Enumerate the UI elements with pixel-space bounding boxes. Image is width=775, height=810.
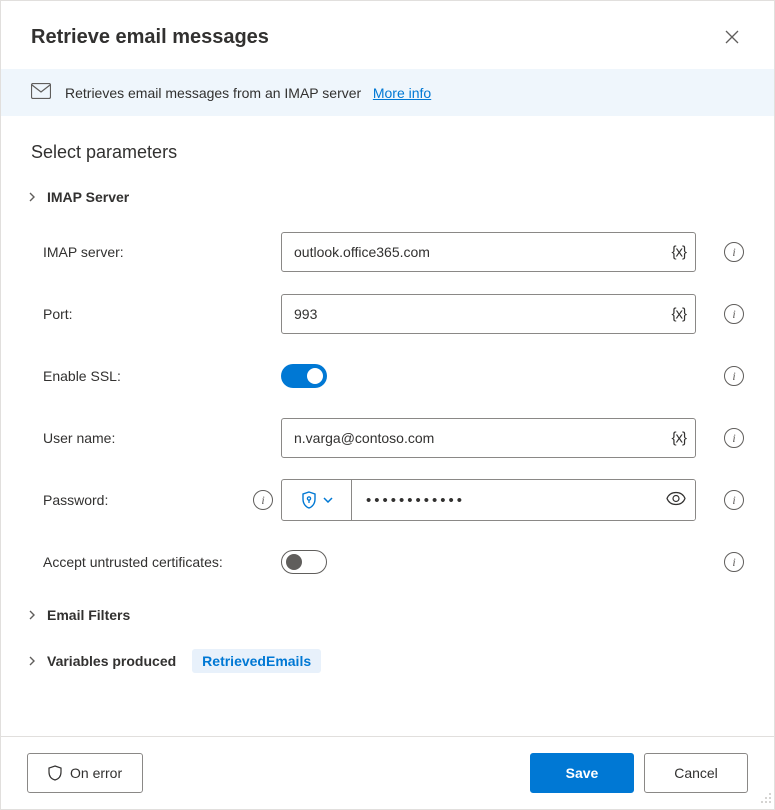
info-icon[interactable]: i — [724, 552, 744, 572]
label-enable-ssl: Enable SSL: — [43, 368, 121, 384]
section-title: Select parameters — [31, 142, 744, 163]
mail-icon — [31, 83, 51, 102]
dialog-body: Select parameters IMAP Server IMAP serve… — [1, 116, 774, 736]
on-error-label: On error — [70, 765, 122, 781]
on-error-button[interactable]: On error — [27, 753, 143, 793]
user-name-input[interactable] — [281, 418, 696, 458]
label-password: Password: — [43, 492, 108, 508]
chevron-right-icon — [27, 192, 37, 202]
label-imap-server: IMAP server: — [43, 244, 124, 260]
chevron-right-icon — [27, 610, 37, 620]
cancel-button[interactable]: Cancel — [644, 753, 748, 793]
row-accept-untrusted: Accept untrusted certificates: i — [31, 541, 744, 583]
row-enable-ssl: Enable SSL: i — [31, 355, 744, 397]
password-input[interactable] — [352, 480, 695, 520]
more-info-link[interactable]: More info — [373, 85, 431, 101]
row-imap-server: IMAP server: {x} i — [31, 231, 744, 273]
variable-token-button[interactable]: {x} — [671, 430, 686, 447]
info-icon[interactable]: i — [253, 490, 273, 510]
row-user-name: User name: {x} i — [31, 417, 744, 459]
variable-token-button[interactable]: {x} — [671, 244, 686, 261]
group-email-filters-header[interactable]: Email Filters — [27, 603, 744, 627]
group-imap-server-header[interactable]: IMAP Server — [27, 185, 744, 209]
label-accept-untrusted: Accept untrusted certificates: — [43, 554, 223, 570]
close-icon — [725, 30, 739, 44]
info-icon[interactable]: i — [724, 490, 744, 510]
accept-untrusted-toggle[interactable] — [281, 550, 327, 574]
eye-icon — [666, 492, 686, 506]
shield-outline-icon — [48, 765, 62, 781]
variable-produced-chip[interactable]: RetrievedEmails — [192, 649, 321, 673]
info-icon[interactable]: i — [724, 242, 744, 262]
imap-server-fields: IMAP server: {x} i Port: {x} i — [31, 231, 744, 583]
info-icon[interactable]: i — [724, 304, 744, 324]
dialog-header: Retrieve email messages — [1, 1, 774, 69]
label-port: Port: — [43, 306, 73, 322]
imap-server-input[interactable] — [281, 232, 696, 272]
variable-token-button[interactable]: {x} — [671, 306, 686, 323]
enable-ssl-toggle[interactable] — [281, 364, 327, 388]
row-password: Password: i — [31, 479, 744, 521]
group-imap-server-label: IMAP Server — [47, 189, 129, 205]
info-icon[interactable]: i — [724, 428, 744, 448]
reveal-password-button[interactable] — [666, 492, 686, 509]
dialog-retrieve-email: Retrieve email messages Retrieves email … — [0, 0, 775, 810]
group-variables-produced-label: Variables produced — [47, 653, 176, 669]
group-email-filters-label: Email Filters — [47, 607, 130, 623]
banner-text: Retrieves email messages from an IMAP se… — [65, 85, 431, 101]
row-port: Port: {x} i — [31, 293, 744, 335]
resize-grip-icon[interactable] — [760, 791, 772, 807]
dialog-footer: On error Save Cancel — [1, 736, 774, 809]
password-credential-picker[interactable] — [282, 480, 352, 520]
info-banner: Retrieves email messages from an IMAP se… — [1, 69, 774, 116]
dialog-title: Retrieve email messages — [31, 26, 269, 49]
chevron-down-icon — [323, 497, 333, 503]
save-button[interactable]: Save — [530, 753, 634, 793]
group-variables-produced-header[interactable]: Variables produced RetrievedEmails — [27, 645, 744, 677]
close-button[interactable] — [718, 23, 746, 51]
label-user-name: User name: — [43, 430, 115, 446]
chevron-right-icon — [27, 656, 37, 666]
info-icon[interactable]: i — [724, 366, 744, 386]
port-input[interactable] — [281, 294, 696, 334]
shield-icon — [301, 491, 317, 509]
